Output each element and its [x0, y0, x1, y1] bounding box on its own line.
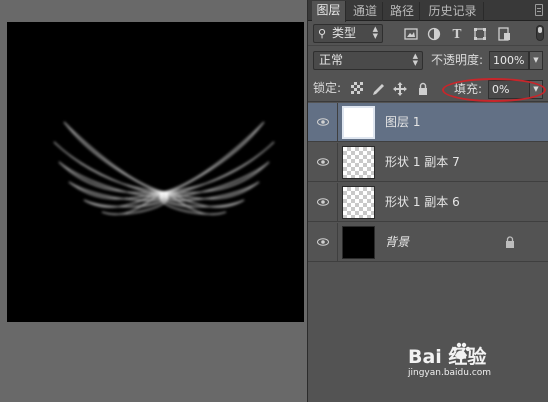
eye-icon — [317, 238, 329, 246]
layer-thumbnail — [342, 186, 375, 219]
lock-position-icon[interactable] — [393, 82, 407, 96]
layer-row[interactable]: 图层 1 — [308, 103, 548, 142]
document-workspace — [0, 0, 307, 402]
wing-feather — [160, 121, 265, 196]
baidu-jingyan-watermark: Bai 经验 jingyan.baidu.com — [408, 338, 548, 400]
lock-image-icon[interactable] — [371, 82, 385, 96]
chevron-down-icon: ▼ — [533, 56, 539, 64]
opacity-label: 不透明度: — [431, 53, 484, 67]
shape-filter-icon[interactable] — [473, 27, 487, 41]
opacity-dropdown-button[interactable]: ▼ — [529, 51, 543, 70]
eye-icon — [317, 158, 329, 166]
layer-row[interactable]: 背景 — [308, 223, 548, 262]
visibility-toggle[interactable] — [308, 183, 338, 222]
panel-tab-bar: 图层 通道 路径 历史记录 — [308, 0, 548, 22]
layer-row[interactable]: 形状 1 副本 6 — [308, 183, 548, 222]
document-canvas[interactable] — [7, 22, 304, 322]
lock-all-icon[interactable] — [416, 82, 430, 96]
text-filter-icon[interactable]: T — [450, 27, 464, 41]
image-filter-icon[interactable] — [404, 27, 418, 41]
smart-object-filter-icon[interactable] — [497, 27, 511, 41]
filter-kind-label: 类型 — [332, 26, 357, 40]
filter-toggle-switch[interactable] — [536, 25, 544, 41]
layer-filter-row: ⚲ 类型 ▲ ▼ T — [308, 22, 548, 46]
visibility-toggle[interactable] — [308, 103, 338, 142]
layer-thumbnail — [342, 226, 375, 259]
wings-artwork — [53, 121, 275, 215]
visibility-toggle[interactable] — [308, 143, 338, 182]
search-icon: ⚲ — [318, 27, 327, 40]
watermark-brand: Bai 经验 — [408, 346, 487, 368]
panel-menu-icon[interactable] — [535, 4, 543, 16]
blend-mode-dropdown[interactable]: 正常 ▲ ▼ — [313, 51, 423, 70]
layer-thumbnail — [342, 146, 375, 179]
tab-paths[interactable]: 路径 — [385, 2, 420, 21]
updown-arrows-icon: ▲ ▼ — [412, 52, 418, 67]
layer-name[interactable]: 背景 — [385, 234, 409, 251]
blend-mode-value: 正常 — [319, 53, 344, 67]
lock-transparent-icon[interactable] — [350, 82, 364, 96]
layer-name[interactable]: 形状 1 副本 6 — [385, 194, 460, 211]
adjustment-filter-icon[interactable] — [427, 27, 441, 41]
opacity-field[interactable]: 100% — [489, 51, 529, 70]
filter-kind-dropdown[interactable]: ⚲ 类型 ▲ ▼ — [313, 24, 383, 43]
lock-label: 锁定: — [313, 81, 342, 95]
layer-name[interactable]: 形状 1 副本 7 — [385, 154, 460, 171]
paw-logo-icon — [452, 342, 471, 360]
layer-row[interactable]: 形状 1 副本 7 — [308, 143, 548, 182]
lock-row: 锁定: 填充: 0% ▼ — [308, 76, 548, 102]
tab-history[interactable]: 历史记录 — [422, 2, 484, 21]
fill-highlight-circle — [442, 78, 546, 102]
tab-channels[interactable]: 通道 — [348, 2, 383, 21]
layer-name[interactable]: 图层 1 — [385, 114, 420, 131]
updown-arrows-icon: ▲ ▼ — [372, 25, 378, 40]
wing-feather — [63, 121, 168, 196]
watermark-url: jingyan.baidu.com — [408, 368, 492, 378]
layer-lock-icon — [506, 236, 514, 248]
visibility-toggle[interactable] — [308, 223, 338, 262]
layer-thumbnail — [342, 106, 375, 139]
eye-icon — [317, 198, 329, 206]
eye-icon — [317, 118, 329, 126]
blend-row: 正常 ▲ ▼ 不透明度: 100% ▼ — [308, 48, 548, 73]
tab-layers[interactable]: 图层 — [312, 1, 346, 22]
layers-panel: 图层 通道 路径 历史记录 ⚲ 类型 ▲ ▼ T 正常 ▲ ▼ 不透明度: 10… — [307, 0, 548, 402]
